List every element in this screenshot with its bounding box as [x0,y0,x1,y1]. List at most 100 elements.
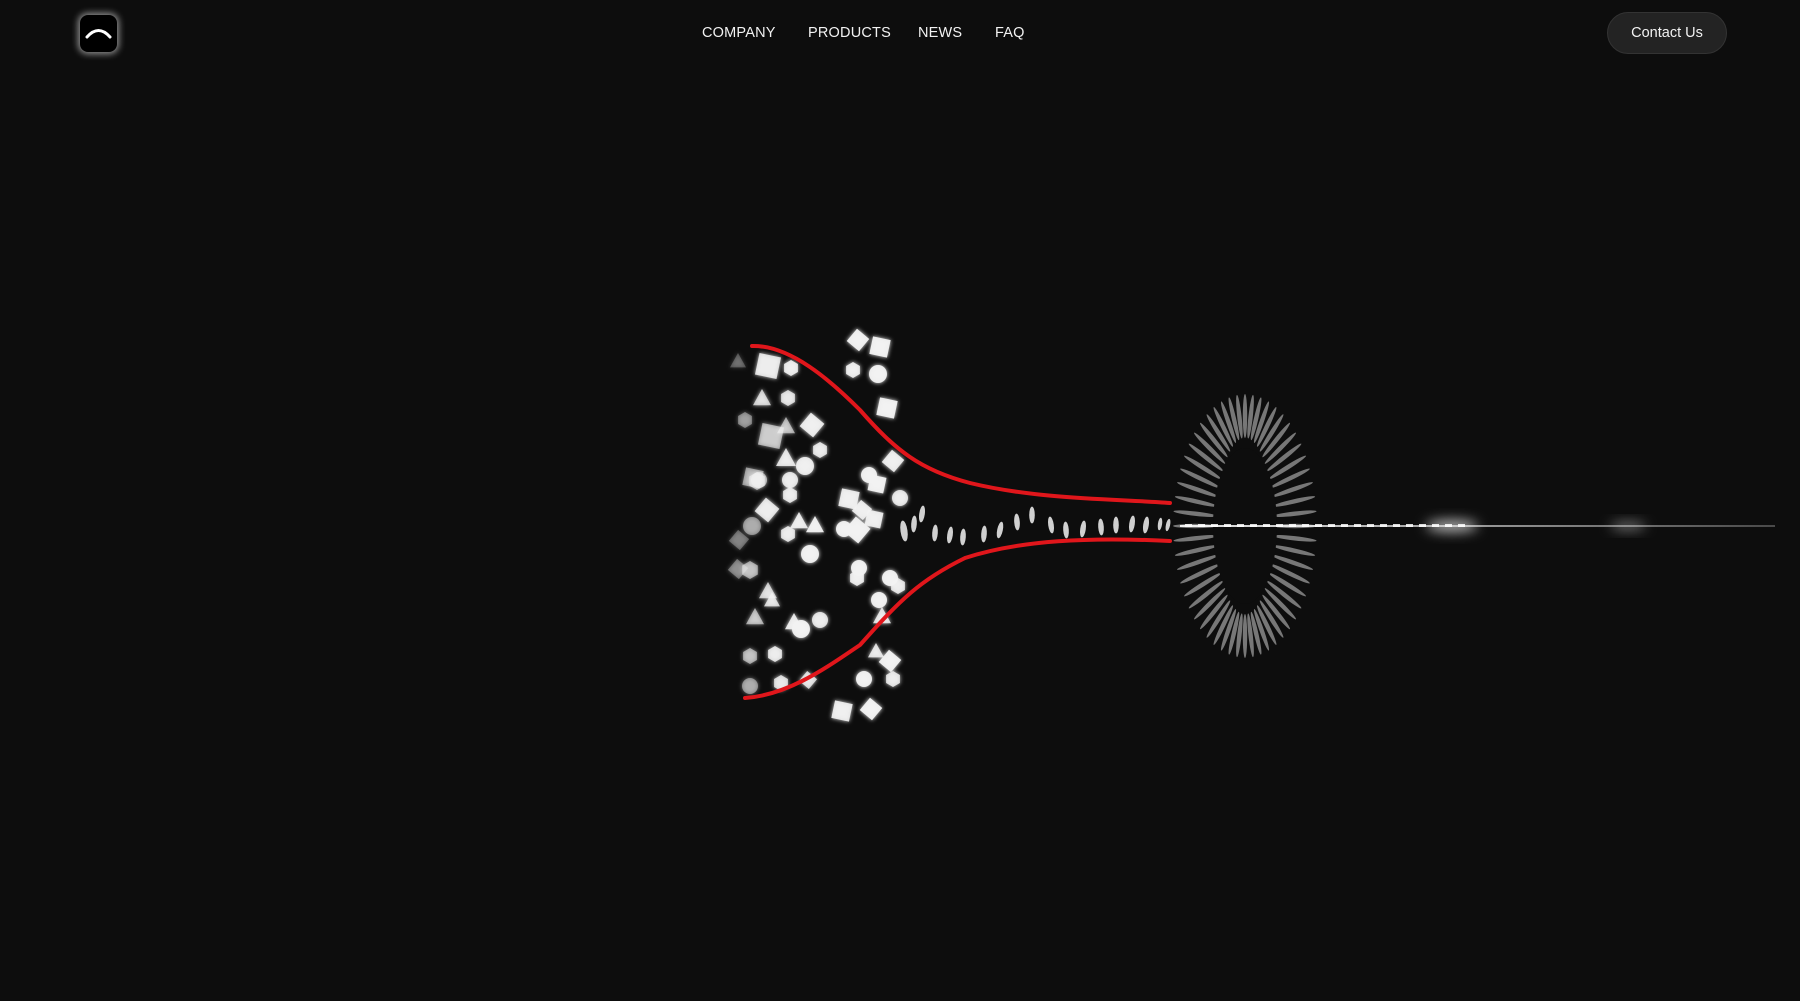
circle-particle [782,472,798,488]
triangle-particle [806,516,824,533]
beam-dash [1224,524,1231,527]
disc-blade [1272,545,1316,556]
stream-particle [1128,515,1136,533]
stream-particle [1165,518,1171,532]
nav-item-products[interactable]: PRODUCTS [808,23,891,43]
beam-dash [1432,524,1439,527]
hexagon-particle [768,646,782,662]
landing-page: COMPANY PRODUCTS NEWS FAQ Contact Us [0,0,1800,1001]
disc-blade [1174,496,1218,507]
diamond-particle [846,328,870,352]
diamond-particle [881,449,905,473]
stream-particle [1063,521,1069,539]
beam-dash [1419,524,1426,527]
stream-particle [1047,516,1055,534]
beam-dash [1263,524,1270,527]
triangle-particle [759,582,777,599]
beam-dash [1328,524,1335,527]
top-navigation-bar: COMPANY PRODUCTS NEWS FAQ Contact Us [0,0,1800,66]
circle-particle [796,457,814,475]
hexagon-particle [743,648,757,664]
shape-particles [727,328,908,722]
circle-particle [869,365,887,383]
square-particle [867,474,887,494]
stream-particle [932,524,938,542]
stream-particle [946,526,954,544]
beam-dash [1185,524,1192,527]
diamond-particle [799,412,825,438]
triangle-particle [790,512,808,529]
beam-dash [1354,524,1361,527]
beam-dash [1445,524,1452,527]
square-particle [876,397,898,419]
main-nav: COMPANY PRODUCTS NEWS FAQ [0,23,1800,43]
circle-particle [856,671,872,687]
beam-dash [1250,524,1257,527]
hexagon-particle [781,390,795,406]
beam-dash [1341,524,1348,527]
triangle-particle [730,353,746,368]
disc-blade [1272,496,1316,507]
diamond-particle [859,697,883,721]
triangle-particle [753,389,771,406]
hexagon-particle [738,412,752,428]
beam-dash [1211,524,1218,527]
disc-blade [1272,510,1317,517]
diamond-particle [878,649,902,673]
diamond-particle [728,529,750,551]
square-particle [831,700,853,722]
stream-particle [900,520,908,542]
stream-particle [1029,506,1035,524]
hexagon-particle [783,487,797,503]
funnel-illustration [727,328,1775,722]
disc-blade [1173,535,1218,542]
circle-particle [792,620,810,638]
beam-dash [1367,524,1374,527]
circle-particle [801,545,819,563]
beam-dash [1237,524,1244,527]
stream-particle [1157,517,1163,531]
triangle-particle [776,448,796,466]
triangle-particle [868,643,884,658]
beam-dash [1380,524,1387,527]
stream-particle [1079,520,1087,538]
circle-particle [742,678,758,694]
square-particle [754,352,782,380]
stream-particle [981,525,987,543]
nav-item-faq[interactable]: FAQ [995,23,1025,43]
beam-dash [1276,524,1283,527]
circle-particle [871,592,887,608]
stream-particle [918,505,926,523]
stream-particle [1014,513,1020,531]
circle-particle [743,517,761,535]
beam-dash [1458,524,1465,527]
beam-dash [1315,524,1322,527]
hexagon-particle [886,671,900,687]
stream-particle [960,528,966,546]
beam-dash [1289,524,1296,527]
stream-particle [911,515,917,533]
beam-dash [1406,524,1413,527]
nav-item-company[interactable]: COMPANY [702,23,776,43]
hero-animation [0,66,1800,1001]
beam-dash [1393,524,1400,527]
stream-particle [1113,516,1119,534]
nav-item-news[interactable]: NEWS [918,23,962,43]
disc-blade [1173,510,1218,517]
contact-us-button[interactable]: Contact Us [1607,12,1727,54]
circle-particle [836,521,852,537]
beam-flare [1610,522,1646,530]
circle-particle [892,490,908,506]
square-particle [869,336,891,358]
stream-particle [1142,516,1150,534]
disc-blade [1272,535,1317,542]
hexagon-particle [846,362,860,378]
triangle-particle [746,608,764,625]
beam-dash [1198,524,1205,527]
disc-blade [1242,614,1248,658]
disc-blade [1242,394,1248,438]
stream-particle [1098,518,1104,536]
hexagon-particle [784,360,798,376]
stream-particle [996,521,1004,539]
circle-particle [812,612,828,628]
